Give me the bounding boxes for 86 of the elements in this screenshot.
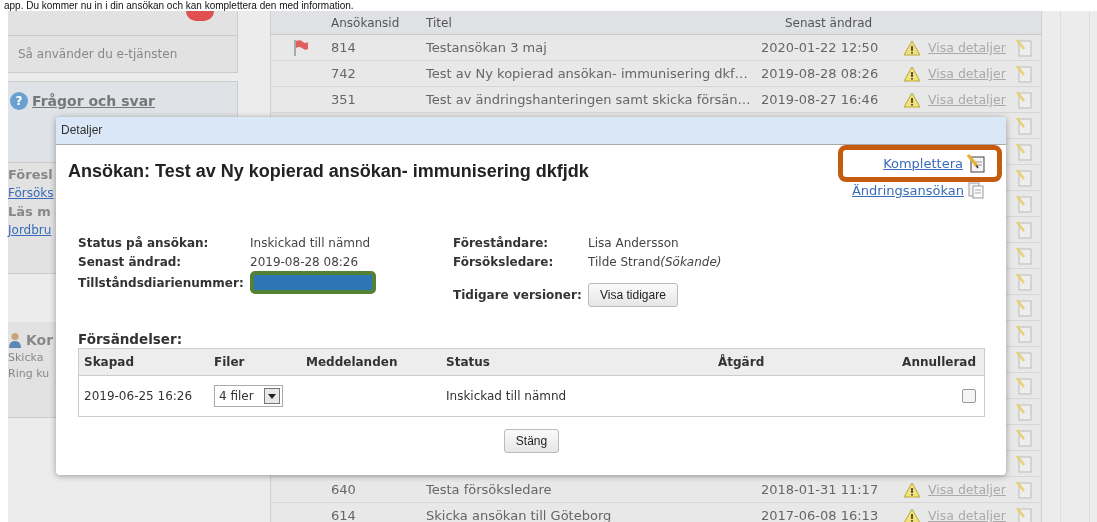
menu-item[interactable]: Så använder du e-tjänsten (8, 36, 237, 72)
column-header: Status (446, 355, 491, 369)
section-heading: Försändelser: (78, 331, 184, 347)
field-value: 2019-08-28 08:26 (250, 254, 359, 269)
table-cell-text: Testa försöksledare (426, 482, 553, 497)
table-cell-text: Test av Ny kopierad ansökan- immunisering dkf… (426, 66, 749, 81)
table-cell-text: 2019-06-25 16:26 (83, 389, 194, 403)
edit-note-icon[interactable] (1016, 480, 1032, 499)
cancelled-checkbox[interactable] (962, 389, 976, 403)
warning-icon (903, 91, 921, 108)
notification-badge (186, 11, 214, 21)
edit-note-icon[interactable] (1016, 90, 1032, 109)
warning-icon (903, 65, 921, 82)
warning-icon (903, 39, 921, 56)
section-heading: Föresl (8, 167, 53, 182)
sidebar-link[interactable]: Försöks (8, 186, 54, 200)
table-cell-text: 614 (331, 508, 357, 522)
table-cell-text: Skicka ansökan till Göteborg (426, 508, 613, 522)
action-link[interactable]: Komplettera (883, 156, 963, 171)
contact-text: Skicka (8, 350, 44, 364)
field-label: Försöksledare: (453, 254, 555, 269)
column-header: Ansökansid (331, 15, 401, 30)
dialog-title: Detaljer (61, 123, 103, 137)
pencil-note-icon (967, 154, 985, 173)
document-icon (968, 182, 984, 199)
files-dropdown[interactable]: 4 filer (214, 385, 283, 407)
edit-note-icon[interactable] (1016, 246, 1032, 265)
table-cell-text: Testansökan 3 maj (426, 40, 548, 55)
table-cell-text: 351 (331, 92, 357, 107)
edit-note-icon[interactable] (1016, 64, 1032, 83)
edit-note-icon[interactable] (1016, 116, 1032, 135)
table-cell-text: Inskickad till nämnd (446, 389, 568, 403)
edit-note-icon[interactable] (1016, 428, 1032, 447)
edit-note-icon[interactable] (1016, 324, 1032, 343)
application-heading: Ansökan: Test av Ny kopierad ansökan- immunisering dkfjdk (68, 161, 589, 182)
edit-note-icon[interactable] (1016, 506, 1032, 522)
table-cell-text: Test av ändringshanteringen samt skicka försän… (426, 92, 752, 107)
edit-note-icon[interactable] (1016, 194, 1032, 213)
column-header: Senast ändrad (783, 15, 874, 30)
column-header: Titel (426, 15, 453, 30)
table-cell-text: 2019-08-27 16:46 (761, 92, 880, 107)
contact-heading: Kor (26, 332, 54, 348)
column-header: Meddelanden (306, 355, 399, 369)
table-cell-text: 2019-08-28 08:26 (761, 66, 880, 81)
warning-icon (903, 481, 921, 498)
section-heading: Läs m (8, 204, 51, 219)
edit-note-icon[interactable] (1016, 298, 1032, 317)
close-button[interactable]: Stäng (503, 429, 560, 453)
caret-icon (267, 393, 276, 399)
field-value: Inskickad till nämnd (250, 235, 371, 250)
faq-link[interactable]: Frågor och svar (32, 93, 155, 109)
field-label: Tillståndsdiarienummer: (78, 275, 245, 290)
edit-note-icon[interactable] (1016, 454, 1032, 473)
person-icon (8, 332, 22, 348)
field-label: Senast ändrad: (78, 254, 183, 269)
help-icon: ? (10, 92, 28, 110)
field-label: Föreståndare: (453, 235, 550, 250)
edit-note-icon[interactable] (1016, 220, 1032, 239)
contact-text: Ring ku (8, 366, 50, 380)
column-header: Filer (214, 355, 246, 369)
sidebar-link[interactable]: Jordbru (8, 223, 52, 237)
edit-note-icon[interactable] (1016, 402, 1032, 421)
column-header: Annullerad (901, 355, 977, 369)
table-cell-text: 742 (331, 66, 357, 81)
table-cell-text: 814 (331, 40, 357, 55)
table-cell-text: 640 (331, 482, 357, 497)
flag-icon (293, 38, 309, 57)
edit-note-icon[interactable] (1016, 168, 1032, 187)
table-cell-text: 2018-01-31 11:17 (761, 482, 880, 497)
edit-note-icon[interactable] (1016, 38, 1032, 57)
table-cell-text: 2020-01-22 12:50 (761, 40, 880, 55)
field-value: Lisa Andersson (588, 235, 679, 250)
field-label: Tidigare versioner: (453, 288, 583, 302)
field-value: Tilde Strand(Sökande) (588, 254, 722, 269)
column-header: Skapad (83, 355, 135, 369)
edit-note-icon[interactable] (1016, 142, 1032, 161)
intro-text: app. Du kommer nu in i din ansökan och kan komplettera den med information. (4, 0, 354, 11)
action-link[interactable]: Ändringsansökan (851, 183, 964, 198)
warning-icon (903, 507, 921, 522)
column-header: Åtgärd (718, 355, 766, 369)
edit-note-icon[interactable] (1016, 350, 1032, 369)
show-previous-button[interactable]: Visa tidigare (588, 283, 678, 307)
table-cell-text: 2017-06-08 16:13 (761, 508, 880, 522)
field-label: Status på ansökan: (78, 235, 210, 250)
edit-note-icon[interactable] (1016, 272, 1032, 291)
edit-note-icon[interactable] (1016, 376, 1032, 395)
